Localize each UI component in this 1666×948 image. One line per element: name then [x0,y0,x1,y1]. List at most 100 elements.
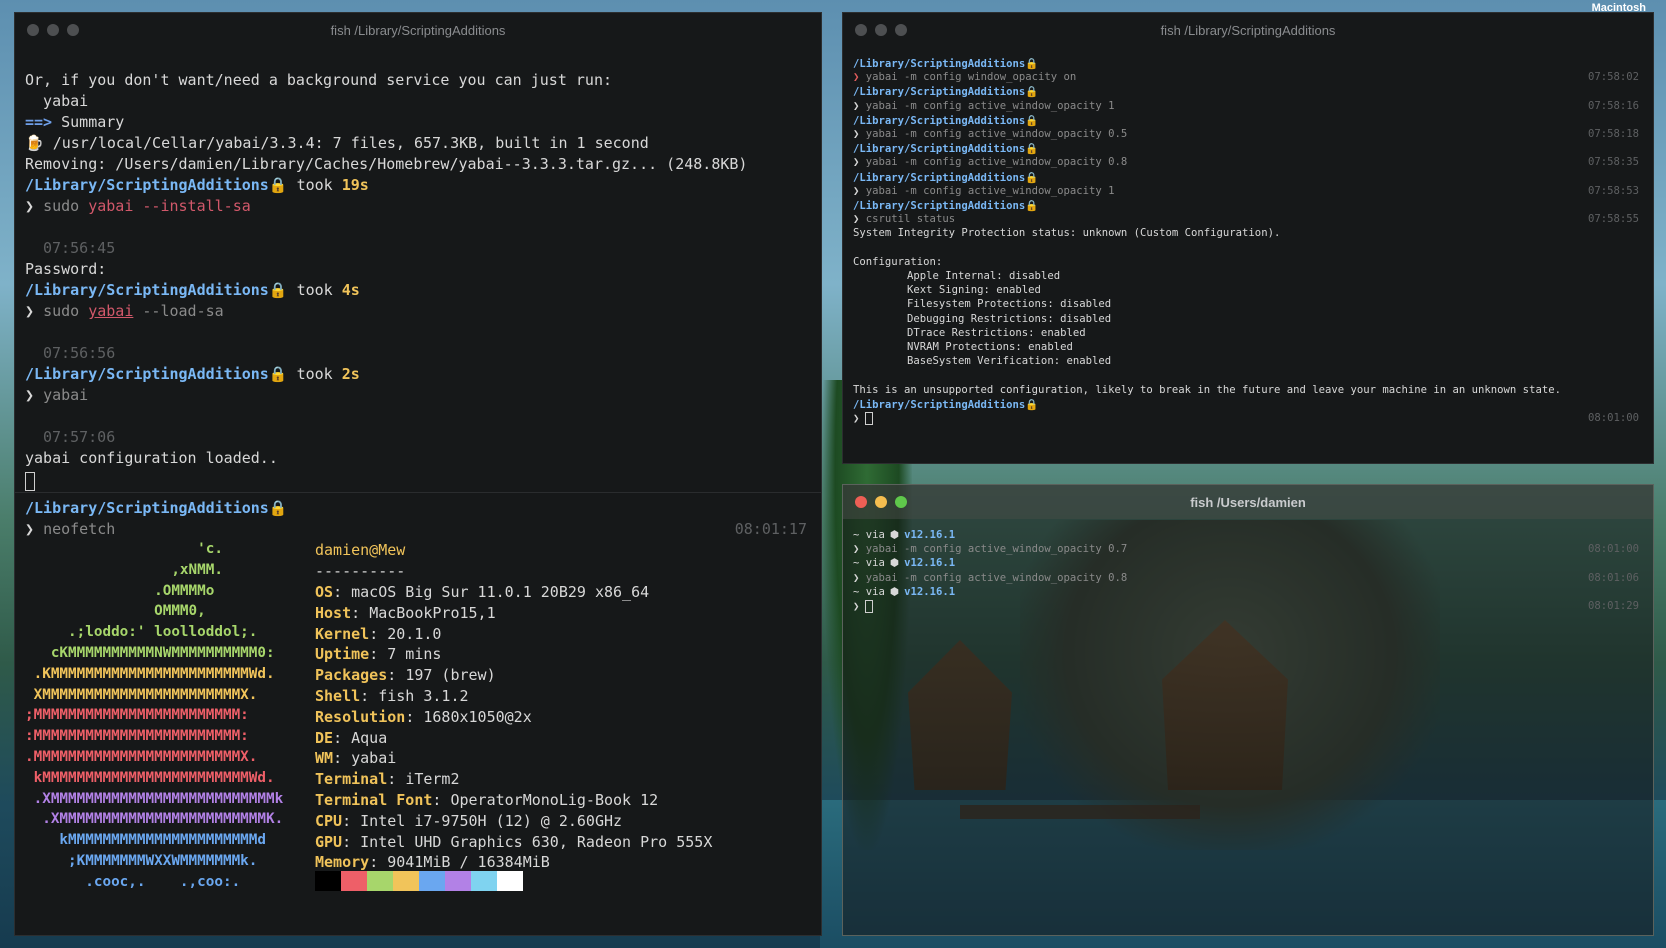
node-version: v12.16.1 [904,585,956,598]
titlebar[interactable]: fish /Library/ScriptingAdditions [843,13,1653,47]
info-row: Host: MacBookPro15,1 [315,604,496,622]
info-value: Aqua [351,728,388,747]
node-icon: ⬢ [889,585,900,598]
zoom-button[interactable] [67,24,79,36]
logo-line: 'c. [25,541,223,557]
info-value: 20.1.0 [387,624,442,643]
prompt-path: /Library/ScriptingAdditions [853,398,1026,411]
terminal-window-top-right[interactable]: fish /Library/ScriptingAdditions /Librar… [842,12,1654,464]
terminal-window-left[interactable]: fish /Library/ScriptingAdditions Or, if … [14,12,822,936]
info-key: Terminal Font [315,791,433,809]
info-key: Uptime [315,645,370,664]
prompt-arrow-icon: ❯ [25,197,35,215]
cmd-text: yabai -m config active_window_opacity 0.… [865,156,1128,169]
cmd-text: yabai -m config active_window_opacity 1 [865,99,1115,112]
lock-icon: 🔒 [1025,86,1039,99]
cmd-text: yabai -m config window_opacity on [865,71,1077,84]
cmd-text: yabai -m config active_window_opacity 0.… [865,543,1128,556]
output-line: Removing: /Users/damien/Library/Caches/H… [25,155,748,173]
info-colon: : [342,832,361,851]
titlebar[interactable]: fish /Users/damien [843,485,1653,519]
prompt-via: ~ via [853,529,885,541]
timestamp: 08:01:00 [1587,543,1639,556]
terminal-window-bottom-right[interactable]: fish /Users/damien ~ via ⬢ v12.16.1 ❯ yabai… [842,484,1654,936]
info-row: GPU: Intel UHD Graphics 630, Radeon Pro … [315,833,712,851]
terminal-pane-bottom[interactable]: /Library/ScriptingAdditions🔒 ❯ neofetch … [15,493,821,935]
lock-icon: 🔒 [1025,398,1039,411]
command-line: ❯ [853,412,874,425]
output-line: yabai configuration loaded.. [25,449,278,467]
prompt-line: ~ via ⬢ v12.16.1 [853,586,955,598]
info-row: OS: macOS Big Sur 11.0.1 20B29 x86_64 [315,583,649,601]
color-swatch [419,871,445,891]
command-line: ❯ yabai [25,386,88,404]
output-line: 🍺 /usr/local/Cellar/yabai/3.3.4: 7 files… [25,134,649,152]
window-controls [27,24,79,36]
command-line: ❯ yabai -m config active_window_opacity … [853,572,1127,584]
info-colon: : [369,853,388,872]
info-value: 7 mins [387,645,442,664]
minimize-button[interactable] [875,496,887,508]
prompt-via: ~ via [853,585,885,598]
info-colon: : [369,645,388,664]
lock-icon: 🔒 [268,281,288,299]
info-colon: : [432,791,451,809]
lock-icon: 🔒 [268,365,288,383]
info-row: Packages: 197 (brew) [315,666,496,684]
terminal-pane[interactable]: ~ via ⬢ v12.16.1 ❯ yabai -m config active_w… [843,519,1653,935]
minimize-button[interactable] [875,24,887,36]
command-line: ❯ neofetch [25,520,115,538]
prompt-path: /Library/ScriptingAdditions [853,58,1026,70]
info-row: Resolution: 1680x1050@2x [315,708,532,726]
timestamp: 07:58:16 [1587,99,1639,112]
info-key: DE [315,728,334,747]
prompt-path: /Library/ScriptingAdditions [25,365,269,383]
info-key: CPU [315,811,343,830]
command-line: ❯ yabai -m config active_window_opacity … [853,156,1127,168]
info-row: DE: Aqua [315,729,387,747]
lock-icon: 🔒 [1025,200,1039,212]
close-button[interactable] [855,496,867,508]
close-button[interactable] [27,24,39,36]
config-line: Kext Signing: enabled [907,284,1041,297]
cmd-text: yabai -m config active_window_opacity 0.… [865,571,1128,584]
info-colon: : [333,749,352,768]
close-button[interactable] [855,24,867,36]
timestamp: 08:01:29 [1587,600,1639,612]
prompt-arrow-icon: ❯ [853,412,860,425]
prompt-arrow-icon: ❯ [25,386,35,404]
timestamp: 07:56:56 [43,344,116,362]
duration: 4s [341,281,360,299]
info-key: Resolution [315,707,406,726]
minimize-button[interactable] [47,24,59,36]
cursor [865,412,874,425]
lock-icon: 🔒 [1025,171,1039,184]
logo-line: .OMMMMo [25,582,215,599]
zoom-button[interactable] [895,496,907,508]
info-colon: : [369,624,388,643]
info-colon: : [405,707,424,726]
info-value: MacBookPro15,1 [369,603,496,622]
info-key: Host [315,603,352,622]
neofetch-user: damien@Mew [315,541,405,559]
zoom-button[interactable] [895,24,907,36]
output-line: Configuration: [853,255,943,268]
logo-line: .;loddo:' loolloddol;. [25,624,258,641]
info-value: 197 (brew) [405,666,496,685]
timestamp: 07:58:02 [1587,71,1639,84]
prompt-line: /Library/ScriptingAdditions🔒 [853,114,1038,127]
logo-line: XMMMMMMMMMMMMMMMMMMMMMMMX. [25,686,258,703]
info-key: Kernel [315,624,370,643]
info-key: GPU [315,832,343,851]
logo-line: cKMMMMMMMMMMNWMMMMMMMMMM0: [25,645,275,661]
color-swatches [315,871,523,891]
info-value: macOS Big Sur 11.0.1 20B29 x86_64 [351,583,650,601]
cursor [25,472,35,491]
window-controls [855,24,907,36]
command-line: ❯ sudo yabai --load-sa [25,302,224,320]
titlebar[interactable]: fish /Library/ScriptingAdditions [15,13,821,47]
prompt-line: /Library/ScriptingAdditions🔒 [853,199,1038,212]
timestamp: 07:58:53 [1587,184,1639,197]
terminal-pane[interactable]: /Library/ScriptingAdditions🔒 ❯ yabai -m c… [843,47,1653,463]
cmd-text: csrutil status [865,213,956,226]
